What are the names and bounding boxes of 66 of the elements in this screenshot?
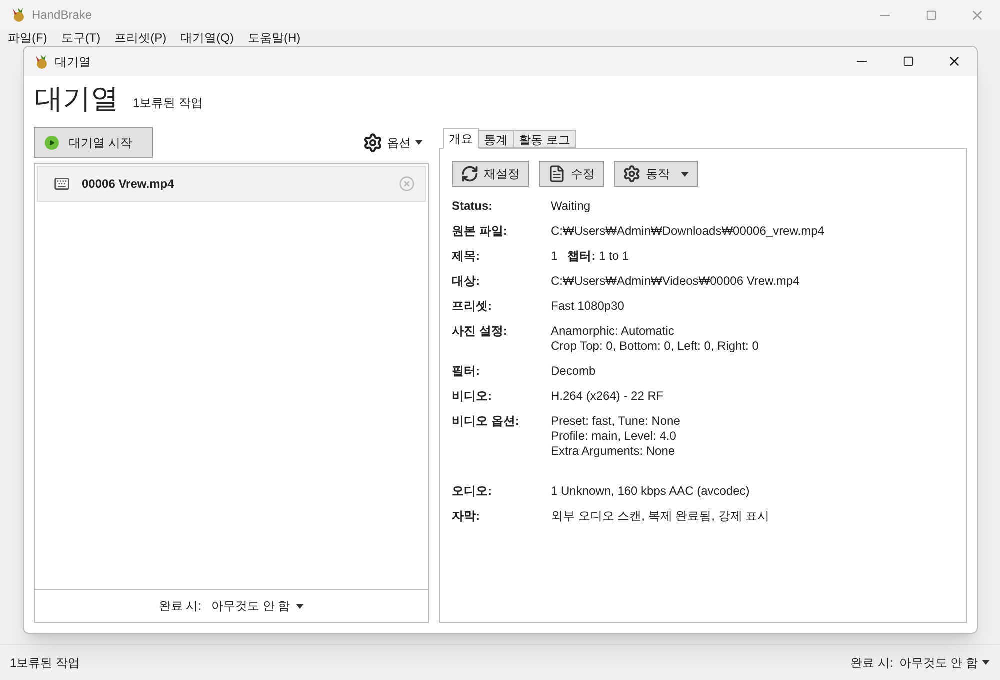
detail-label: 자막: bbox=[452, 509, 481, 524]
detail-label: 오디오: bbox=[452, 484, 493, 499]
caret-icon bbox=[296, 604, 304, 608]
detail-label: 사진 설정: bbox=[452, 324, 508, 340]
when-done-dropdown[interactable]: 아무것도 안 함 bbox=[899, 654, 990, 672]
document-icon bbox=[548, 165, 566, 183]
keyboard-icon bbox=[54, 176, 70, 192]
detail-label: 프리셋: bbox=[452, 299, 493, 314]
detail-label: 비디오: bbox=[452, 389, 493, 404]
action-button[interactable]: 동작 bbox=[614, 161, 698, 187]
tab[interactable]: 통계 bbox=[479, 130, 514, 148]
menu-item[interactable]: 파일(F) bbox=[8, 31, 48, 46]
pending-count: 1보류된 작업 bbox=[133, 95, 204, 112]
tab[interactable]: 개요 bbox=[443, 128, 479, 149]
detail-value: Extra Arguments: None bbox=[551, 444, 676, 459]
tab[interactable]: 활동 로그 bbox=[514, 130, 576, 148]
detail-value: Decomb bbox=[551, 364, 596, 379]
minimize-icon bbox=[857, 61, 867, 62]
detail-value: C:₩Users₩Admin₩Videos₩00006 Vrew.mp4 bbox=[551, 274, 800, 289]
detail-value: Waiting bbox=[551, 199, 591, 214]
detail-value: Crop Top: 0, Bottom: 0, Left: 0, Right: 0 bbox=[551, 339, 759, 354]
detail-value: Anamorphic: Automatic bbox=[551, 324, 676, 339]
when-done-label: 완료 시: bbox=[158, 598, 202, 615]
pineapple-logo-icon bbox=[33, 54, 49, 70]
when-done-label: 완료 시: bbox=[850, 654, 894, 672]
dialog-title: 대기열 bbox=[55, 54, 91, 70]
when-done-dropdown[interactable]: 아무것도 안 함 bbox=[212, 597, 304, 615]
detail-label: 필터: bbox=[452, 364, 481, 379]
detail-value: Profile: main, Level: 4.0 bbox=[551, 429, 678, 444]
settings-icon bbox=[623, 165, 641, 183]
detail-label: Status: bbox=[452, 199, 494, 214]
detail-value: 1 Unknown, 160 kbps AAC (avcodec) bbox=[551, 484, 750, 499]
detail-value: Preset: fast, Tune: None bbox=[551, 414, 680, 429]
maximize-icon bbox=[926, 10, 936, 20]
menu-item[interactable]: 대기열(Q) bbox=[180, 31, 234, 46]
status-text: 1보류된 작업 bbox=[10, 654, 80, 672]
settings-icon bbox=[363, 132, 383, 152]
queue-heading: 대기열 bbox=[35, 82, 119, 116]
job-row[interactable]: 00006 Vrew.mp4 bbox=[37, 166, 426, 202]
caret-icon bbox=[681, 172, 689, 176]
action-button[interactable]: 재설정 bbox=[452, 161, 529, 187]
play-icon bbox=[45, 136, 59, 150]
remove-icon[interactable] bbox=[399, 176, 415, 192]
start-queue-button[interactable]: 대기열 시작 bbox=[34, 127, 153, 158]
detail-label: 원본 파일: bbox=[452, 224, 508, 239]
detail-label: 제목: bbox=[452, 249, 481, 264]
detail-label: 비디오 옵션: bbox=[452, 414, 520, 430]
menu-item[interactable]: 도구(T) bbox=[61, 31, 101, 46]
caret-icon bbox=[982, 660, 990, 665]
detail-value: Fast 1080p30 bbox=[551, 299, 624, 314]
detail-label: 대상: bbox=[452, 274, 481, 289]
detail-value: 외부 오디오 스캔, 복제 완료됨, 강제 표시 bbox=[551, 509, 770, 524]
detail-value: 1 챕터: 1 to 1 bbox=[551, 249, 630, 264]
detail-value: C:₩Users₩Admin₩Downloads₩00006_vrew.mp4 bbox=[551, 224, 824, 239]
pineapple-logo-icon bbox=[10, 7, 26, 23]
refresh-icon bbox=[461, 165, 479, 183]
job-name: 00006 Vrew.mp4 bbox=[82, 176, 174, 193]
minimize-icon bbox=[880, 14, 890, 16]
menu-item[interactable]: 도움말(H) bbox=[248, 31, 301, 46]
menu-item[interactable]: 프리셋(P) bbox=[114, 31, 167, 46]
caret-icon bbox=[415, 140, 423, 145]
detail-value: H.264 (x264) - 22 RF bbox=[551, 389, 664, 404]
window-title: HandBrake bbox=[32, 7, 92, 24]
options-button[interactable]: 옵션 bbox=[363, 132, 429, 152]
action-button[interactable]: 수정 bbox=[539, 161, 604, 187]
maximize-icon bbox=[902, 56, 914, 67]
